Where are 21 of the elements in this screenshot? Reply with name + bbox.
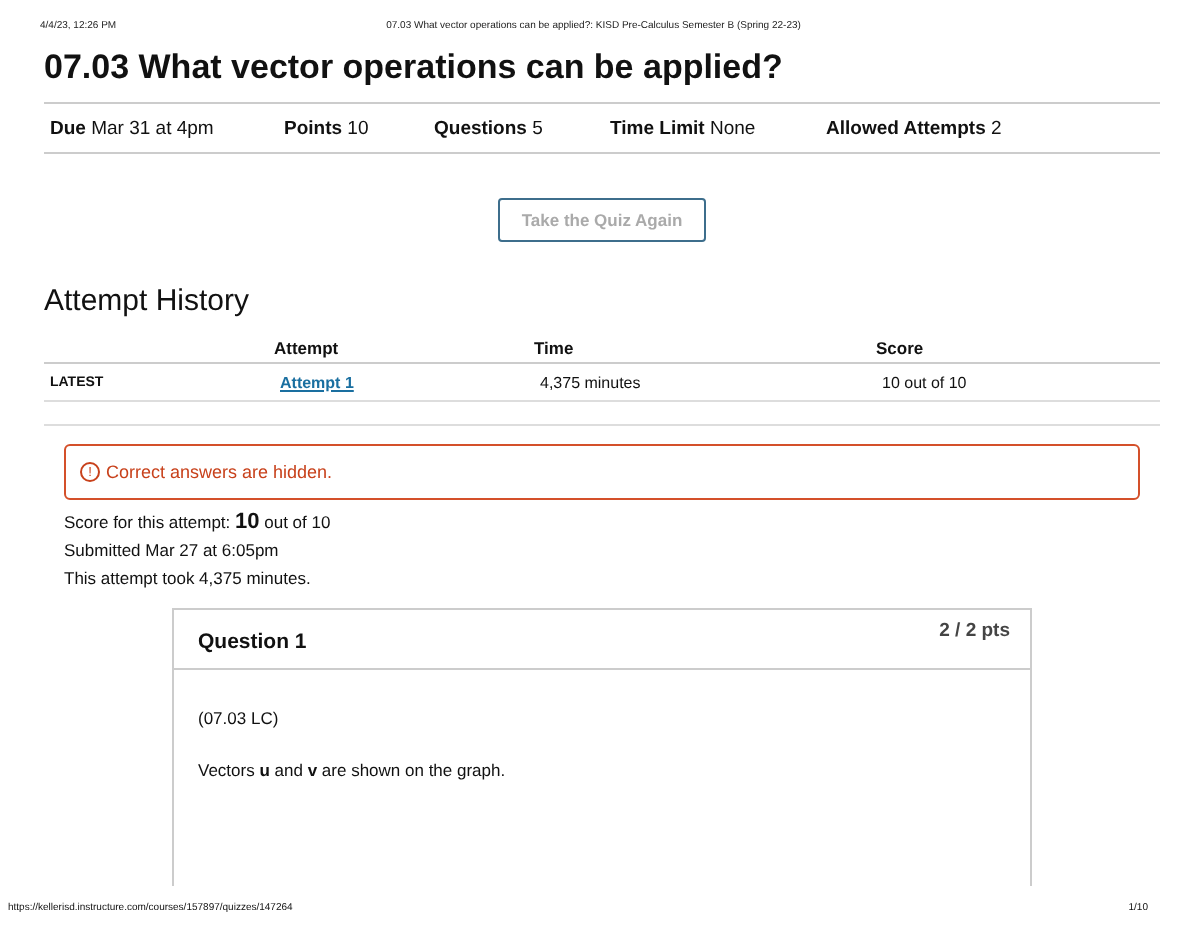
attempt-history-heading: Attempt History bbox=[44, 284, 252, 320]
table-cell-text: 4,375 minutes bbox=[540, 373, 643, 391]
quiz-detail: Points 10 bbox=[284, 117, 371, 139]
question-title: Question 1 bbox=[198, 630, 307, 658]
attempt-summary-text: Score for this attempt: 10 out of 10 bbox=[64, 508, 333, 536]
quiz-detail: Questions 5 bbox=[434, 117, 545, 139]
column-header: Attempt bbox=[274, 337, 341, 357]
alert-text: Correct answers are hidden. bbox=[106, 462, 333, 482]
question-points: 2 / 2 pts bbox=[939, 620, 1010, 646]
quiz-detail: Allowed Attempts 2 bbox=[826, 117, 1002, 139]
quiz-title: 07.03 What vector operations can be applied? bbox=[44, 46, 785, 90]
quiz-detail: Due Mar 31 at 4pm bbox=[50, 117, 216, 139]
quiz-detail: Time Limit None bbox=[610, 117, 758, 139]
question-text: (07.03 LC) bbox=[198, 708, 281, 728]
attempt-link[interactable]: Attempt 1 bbox=[280, 373, 354, 391]
table-cell: 10 out of 10 bbox=[882, 373, 967, 391]
column-header: Score bbox=[876, 337, 924, 357]
question-text: Vectors u and v are shown on the graph. bbox=[198, 760, 508, 780]
attempt-summary-text: This attempt took 4,375 minutes. bbox=[64, 566, 313, 592]
column-header: Time bbox=[534, 337, 576, 357]
attempt-summary-text: Submitted Mar 27 at 6:05pm bbox=[64, 538, 281, 564]
